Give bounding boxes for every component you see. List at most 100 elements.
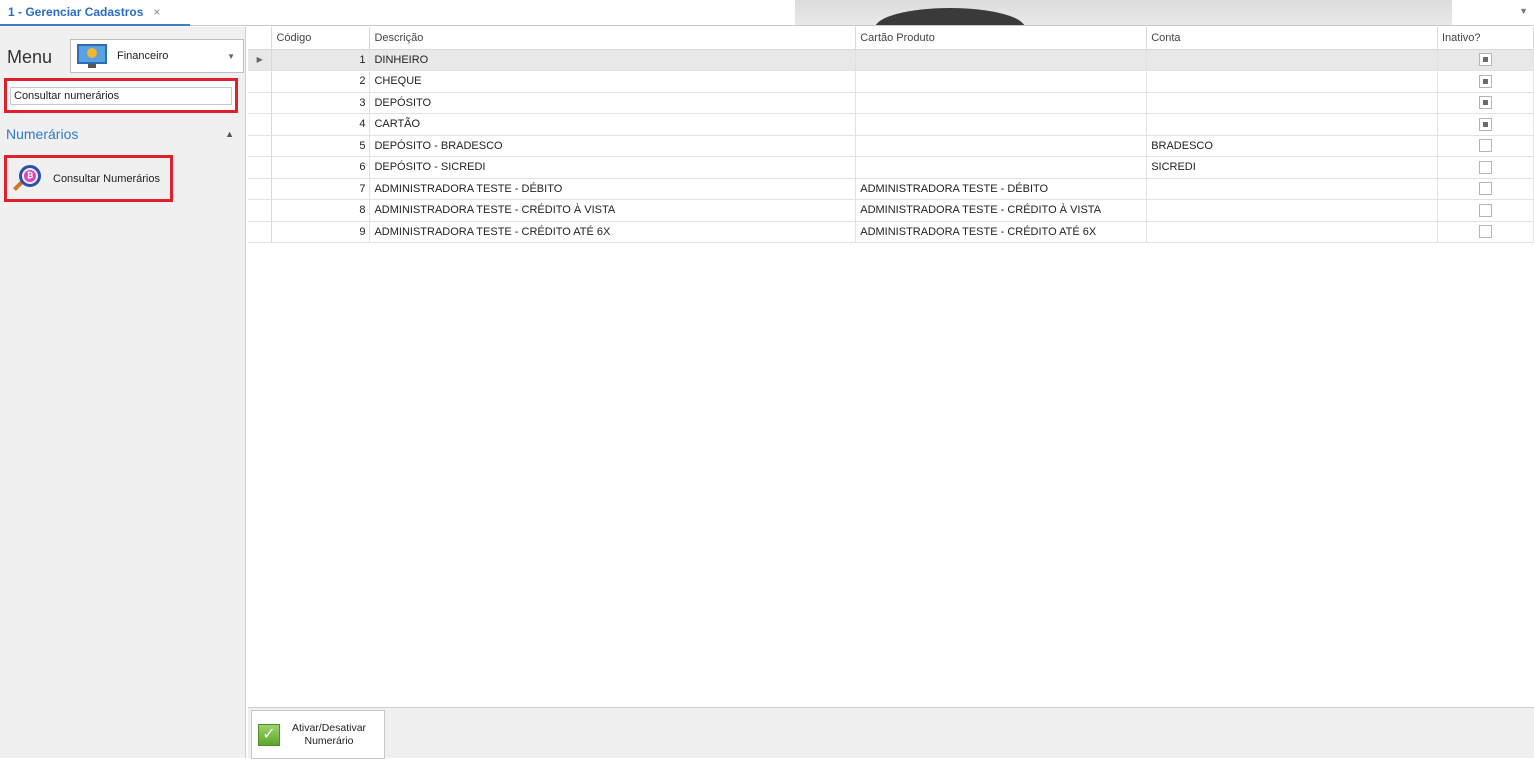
cell-descricao[interactable]: DINHEIRO xyxy=(369,49,857,71)
cell-descricao[interactable]: CHEQUE xyxy=(369,70,857,93)
table-row[interactable]: 4 CARTÃO xyxy=(248,113,1534,136)
table-row[interactable]: 7 ADMINISTRADORA TESTE - DÉBITO ADMINISTRA… xyxy=(248,178,1534,200)
cell-codigo[interactable]: 2 xyxy=(271,70,371,93)
inativo-checkbox[interactable] xyxy=(1479,139,1492,153)
cell-descricao[interactable]: CARTÃO xyxy=(369,113,857,136)
cell-cartao-produto[interactable]: ADMINISTRADORA TESTE - DÉBITO xyxy=(855,178,1148,200)
inativo-checkbox[interactable] xyxy=(1479,74,1492,88)
row-indicator xyxy=(248,113,273,136)
table-row[interactable]: 9 ADMINISTRADORA TESTE - CRÉDITO ATÉ 6X AD… xyxy=(248,221,1534,243)
cell-cartao-produto[interactable]: ADMINISTRADORA TESTE - CRÉDITO ATÉ 6X xyxy=(855,221,1148,243)
column-header-codigo[interactable]: Código xyxy=(271,27,371,50)
table-row[interactable]: 3 DEPÓSITO xyxy=(248,92,1534,114)
cell-conta[interactable] xyxy=(1146,92,1438,114)
inativo-checkbox[interactable] xyxy=(1479,203,1492,217)
cell-conta[interactable] xyxy=(1146,178,1438,200)
cell-cartao-produto[interactable]: ADMINISTRADORA TESTE - CRÉDITO À VISTA xyxy=(855,199,1148,222)
cell-descricao[interactable]: DEPÓSITO - SICREDI xyxy=(369,156,857,179)
cell-inativo xyxy=(1437,156,1534,179)
search-input[interactable] xyxy=(10,87,232,105)
module-select[interactable]: Financeiro ▼ xyxy=(70,39,244,73)
cell-cartao-produto[interactable] xyxy=(855,156,1148,179)
inativo-checkbox[interactable] xyxy=(1479,117,1492,131)
cell-inativo xyxy=(1437,113,1534,136)
cell-cartao-produto[interactable] xyxy=(855,113,1148,136)
search-box-highlight xyxy=(4,78,238,113)
table-row[interactable]: 8 ADMINISTRADORA TESTE - CRÉDITO À VISTA A… xyxy=(248,199,1534,222)
cell-conta[interactable]: BRADESCO xyxy=(1146,135,1438,157)
cell-conta[interactable] xyxy=(1146,221,1438,243)
close-icon[interactable]: × xyxy=(153,5,160,19)
magnifier-coin-icon: ₿ xyxy=(13,164,43,194)
cell-descricao[interactable]: DEPÓSITO xyxy=(369,92,857,114)
banner-figure xyxy=(875,8,1025,25)
table-row[interactable]: 2 CHEQUE xyxy=(248,70,1534,93)
cell-codigo[interactable]: 8 xyxy=(271,199,371,222)
cell-conta[interactable] xyxy=(1146,49,1438,71)
group-header-numerarios[interactable]: Numerários ▲ xyxy=(0,123,246,145)
table-row[interactable]: ▶ 1 DINHEIRO xyxy=(248,49,1534,71)
column-header-conta[interactable]: Conta xyxy=(1146,27,1438,50)
cell-conta[interactable] xyxy=(1146,70,1438,93)
cell-cartao-produto[interactable] xyxy=(855,135,1148,157)
row-indicator xyxy=(248,199,273,222)
monitor-coin-icon xyxy=(75,42,113,70)
row-indicator xyxy=(248,92,273,114)
check-icon: ✓ xyxy=(258,723,280,746)
tab-strip: 1 - Gerenciar Cadastros × ▼ xyxy=(0,0,1534,26)
column-header-inativo[interactable]: Inativo? xyxy=(1437,27,1534,50)
cell-codigo[interactable]: 1 xyxy=(271,49,371,71)
nav-item-label: Consultar Numerários xyxy=(53,172,160,185)
cell-conta[interactable]: SICREDI xyxy=(1146,156,1438,179)
inativo-checkbox[interactable] xyxy=(1479,182,1492,196)
cell-descricao[interactable]: ADMINISTRADORA TESTE - DÉBITO xyxy=(369,178,857,200)
cell-codigo[interactable]: 6 xyxy=(271,156,371,179)
cell-codigo[interactable]: 3 xyxy=(271,92,371,114)
sidebar: Menu Financeiro ▼ Numerários ▲ ₿ Consult… xyxy=(0,27,246,758)
bottom-toolbar: ✓ Ativar/Desativar Numerário xyxy=(248,707,1534,759)
cell-codigo[interactable]: 5 xyxy=(271,135,371,157)
chevron-down-icon[interactable]: ▼ xyxy=(227,52,235,61)
banner-image xyxy=(795,0,1452,25)
cell-codigo[interactable]: 7 xyxy=(271,178,371,200)
cell-inativo xyxy=(1437,135,1534,157)
cell-cartao-produto[interactable] xyxy=(855,70,1148,93)
chevron-up-icon[interactable]: ▲ xyxy=(225,129,234,139)
inativo-checkbox[interactable] xyxy=(1479,96,1492,110)
row-indicator: ▶ xyxy=(248,49,273,71)
cell-conta[interactable] xyxy=(1146,113,1438,136)
column-header-indicator xyxy=(248,27,273,50)
column-header-descricao[interactable]: Descrição xyxy=(369,27,857,50)
row-indicator xyxy=(248,135,273,157)
cell-codigo[interactable]: 9 xyxy=(271,221,371,243)
cell-descricao[interactable]: DEPÓSITO - BRADESCO xyxy=(369,135,857,157)
cell-cartao-produto[interactable] xyxy=(855,49,1148,71)
menu-label: Menu xyxy=(7,47,53,67)
row-indicator xyxy=(248,221,273,243)
nav-item-consultar-numerarios[interactable]: ₿ Consultar Numerários xyxy=(4,155,173,202)
row-indicator xyxy=(248,156,273,179)
cell-descricao[interactable]: ADMINISTRADORA TESTE - CRÉDITO À VISTA xyxy=(369,199,857,222)
module-select-value: Financeiro xyxy=(117,50,169,62)
inativo-checkbox[interactable] xyxy=(1479,53,1492,67)
table-row[interactable]: 6 DEPÓSITO - SICREDI SICREDI xyxy=(248,156,1534,179)
cell-inativo xyxy=(1437,49,1534,71)
menu-row: Menu Financeiro ▼ xyxy=(7,39,244,73)
tab-title: 1 - Gerenciar Cadastros xyxy=(8,5,144,19)
cell-conta[interactable] xyxy=(1146,199,1438,222)
inativo-checkbox[interactable] xyxy=(1479,225,1492,239)
cell-cartao-produto[interactable] xyxy=(855,92,1148,114)
chevron-down-icon[interactable]: ▼ xyxy=(1519,6,1528,16)
grid-header-row: Código Descrição Cartão Produto Conta In… xyxy=(248,27,1534,50)
cell-descricao[interactable]: ADMINISTRADORA TESTE - CRÉDITO ATÉ 6X xyxy=(369,221,857,243)
table-row[interactable]: 5 DEPÓSITO - BRADESCO BRADESCO xyxy=(248,135,1534,157)
inativo-checkbox[interactable] xyxy=(1479,160,1492,174)
cell-inativo xyxy=(1437,92,1534,114)
activate-deactivate-button[interactable]: ✓ Ativar/Desativar Numerário xyxy=(251,710,385,759)
cell-inativo xyxy=(1437,70,1534,93)
tab-gerenciar-cadastros[interactable]: 1 - Gerenciar Cadastros × xyxy=(0,0,190,26)
row-indicator xyxy=(248,178,273,200)
column-header-cartao-produto[interactable]: Cartão Produto xyxy=(855,27,1148,50)
cell-codigo[interactable]: 4 xyxy=(271,113,371,136)
group-title: Numerários xyxy=(6,126,79,142)
